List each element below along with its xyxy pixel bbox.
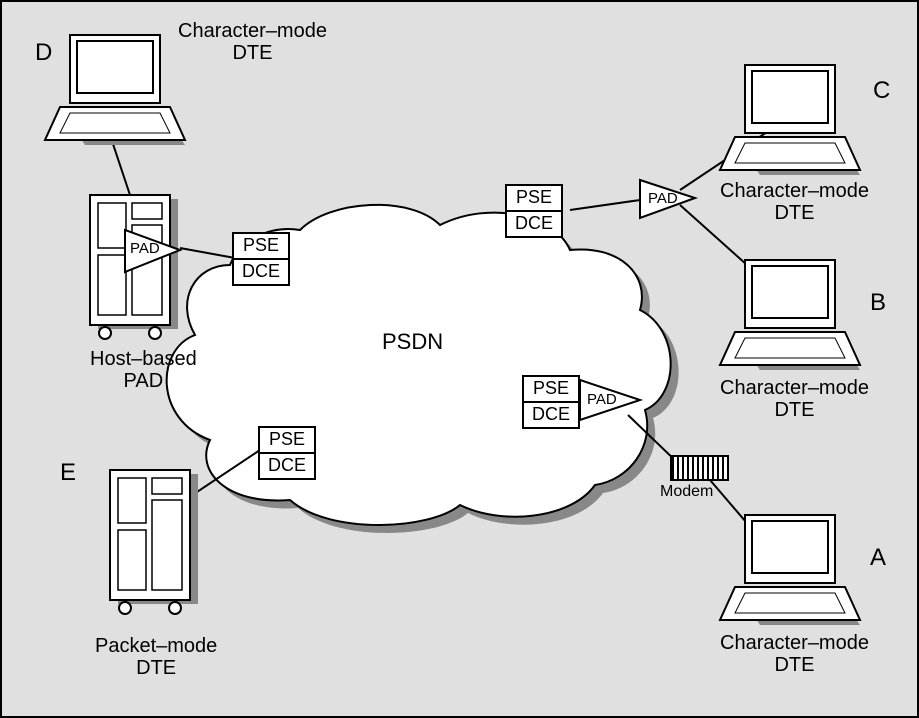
char-mode-c-label: Character–mode DTE [720, 180, 869, 224]
char-mode-b-label: Character–mode DTE [720, 377, 869, 421]
pse-dce-box-top-right: PSE DCE [505, 184, 563, 238]
pse-label: PSE [260, 428, 314, 454]
pad-label-bottom-right: PAD [587, 391, 617, 408]
dce-label: DCE [260, 454, 314, 478]
letter-a: A [870, 545, 886, 571]
letter-c: C [873, 78, 890, 104]
letter-e: E [60, 460, 76, 486]
dce-label: DCE [524, 403, 578, 427]
dce-label: DCE [507, 212, 561, 236]
pse-dce-box-bottom-left: PSE DCE [258, 426, 316, 480]
laptop-d-icon [45, 35, 185, 145]
pse-dce-box-bottom-right: PSE DCE [522, 375, 580, 429]
packet-server-icon [110, 470, 198, 614]
modem-icon [670, 455, 729, 481]
packet-mode-label: Packet–mode DTE [95, 635, 217, 679]
laptop-b-icon [720, 260, 860, 370]
pad-label-right: PAD [648, 190, 678, 207]
letter-d: D [35, 40, 52, 66]
pad-label-host: PAD [130, 240, 160, 257]
psdn-label: PSDN [382, 330, 443, 354]
char-mode-d-label: Character–mode DTE [178, 20, 327, 64]
host-pad-label: Host–based PAD [90, 348, 197, 392]
pse-dce-box-left: PSE DCE [232, 232, 290, 286]
pse-label: PSE [524, 377, 578, 403]
laptop-c-icon [720, 65, 860, 175]
pse-label: PSE [234, 234, 288, 260]
pse-label: PSE [507, 186, 561, 212]
diagram-canvas: PSE DCE PSE DCE PSE DCE PSE DCE PAD PAD … [0, 0, 919, 718]
modem-label: Modem [660, 483, 713, 501]
letter-b: B [870, 290, 886, 316]
char-mode-a-label: Character–mode DTE [720, 632, 869, 676]
dce-label: DCE [234, 260, 288, 284]
laptop-a-icon [720, 515, 860, 625]
